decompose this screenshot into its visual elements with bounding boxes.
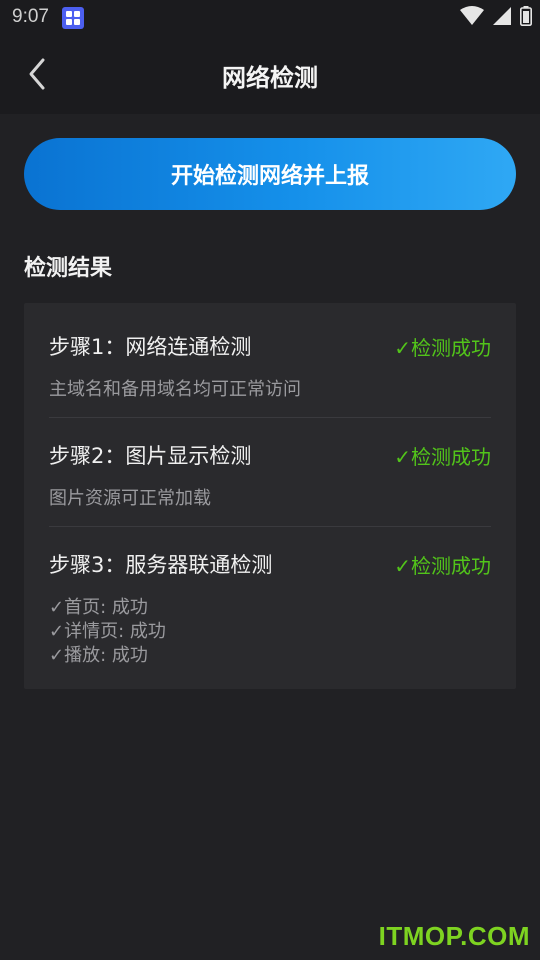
status-icons [460, 6, 532, 26]
step-title: 步骤1：网络连通检测 [49, 335, 252, 359]
battery-icon [520, 6, 532, 26]
results-section-title: 检测结果 [24, 256, 113, 281]
divider [49, 417, 491, 418]
app-header: 网络检测 [0, 36, 540, 114]
site-watermark: ITMOP.COM [378, 921, 530, 951]
step-title: 步骤2：图片显示检测 [49, 444, 252, 468]
step-status: ✓检测成功 [394, 554, 491, 578]
page-title: 网络检测 [222, 64, 318, 92]
divider [49, 526, 491, 527]
step-description: 图片资源可正常加载 [49, 488, 211, 509]
status-bar: 9:07 [0, 0, 540, 36]
start-detect-button[interactable]: 开始检测网络并上报 [24, 138, 516, 210]
step-status: ✓检测成功 [394, 445, 491, 469]
status-time: 9:07 [12, 6, 49, 27]
grid-app-icon [62, 7, 84, 29]
wifi-icon [460, 6, 484, 25]
step-status: ✓检测成功 [394, 336, 491, 360]
check-item-home: ✓首页: 成功 [49, 597, 148, 618]
step-title: 步骤3：服务器联通检测 [49, 553, 273, 577]
check-item-playback: ✓播放: 成功 [49, 645, 148, 666]
step-description: 主域名和备用域名均可正常访问 [49, 379, 301, 400]
check-item-detail: ✓详情页: 成功 [49, 621, 166, 642]
cellular-signal-icon [493, 7, 511, 25]
results-card: 步骤1：网络连通检测 ✓检测成功 主域名和备用域名均可正常访问 步骤2：图片显示… [24, 303, 516, 689]
